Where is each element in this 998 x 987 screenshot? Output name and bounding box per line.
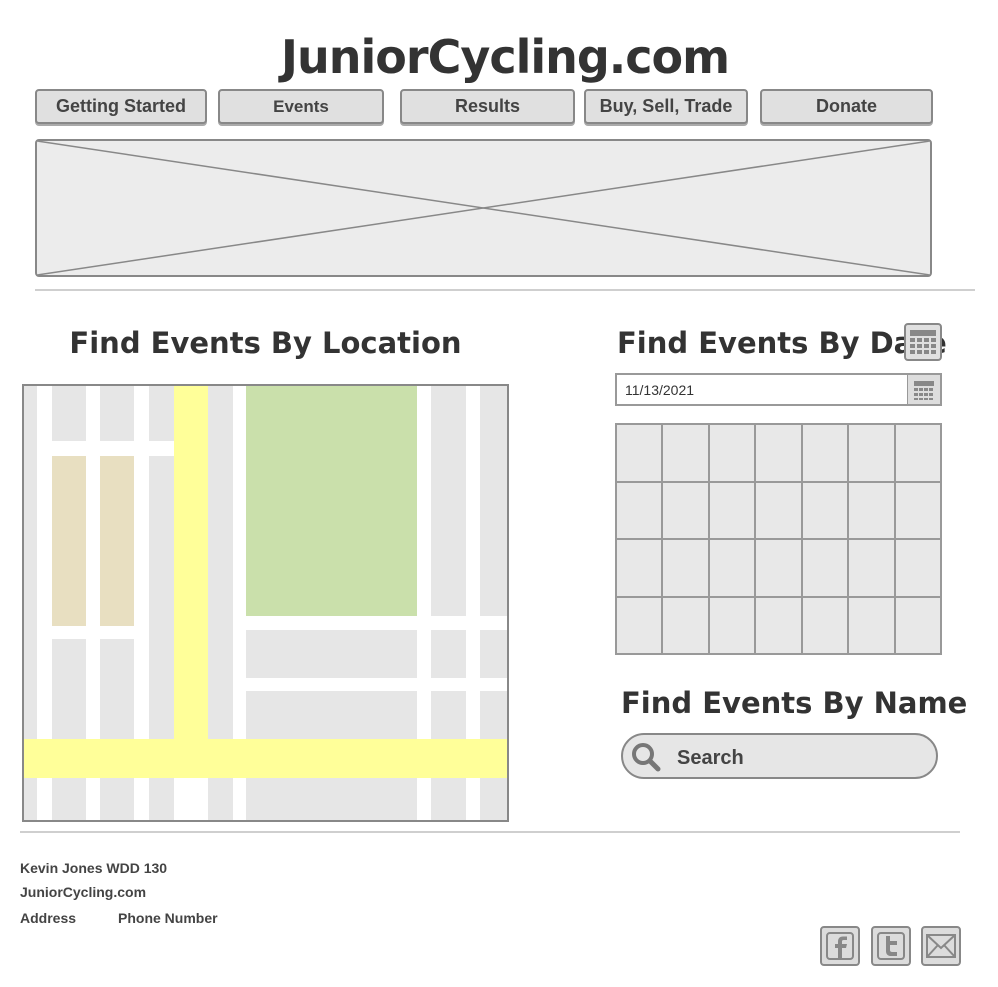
- calendar-day-cell[interactable]: [756, 540, 801, 596]
- email-icon[interactable]: [921, 926, 961, 966]
- search-icon: [632, 743, 661, 772]
- header-divider: [35, 289, 975, 291]
- calendar-day-cell[interactable]: [756, 597, 801, 653]
- calendar-day-cell[interactable]: [663, 597, 708, 653]
- calendar-day-cell[interactable]: [802, 597, 848, 653]
- calendar-day-cell[interactable]: [849, 540, 894, 596]
- calendar-day-cell[interactable]: [756, 482, 801, 538]
- facebook-icon[interactable]: [820, 926, 860, 966]
- calendar-day-cell[interactable]: [709, 540, 755, 596]
- calendar-day-cell[interactable]: [802, 540, 848, 596]
- footer-author: Kevin Jones WDD 130: [20, 860, 168, 876]
- calendar-day-cell[interactable]: [709, 425, 755, 481]
- calendar-day-cell[interactable]: [849, 425, 894, 481]
- calendar-day-cell[interactable]: [849, 597, 894, 653]
- events-map[interactable]: [22, 384, 509, 822]
- calendar-day-cell[interactable]: [895, 482, 940, 538]
- date-section-title: Find Events By Date: [617, 326, 947, 360]
- date-input[interactable]: 11/13/2021: [615, 373, 942, 406]
- calendar-day-cell[interactable]: [617, 597, 662, 653]
- calendar-day-cell[interactable]: [709, 482, 755, 538]
- nav-donate-button[interactable]: Donate: [760, 89, 933, 124]
- calendar-icon[interactable]: [904, 323, 942, 361]
- footer-address: Address: [20, 910, 77, 926]
- site-title: JuniorCycling.com: [280, 30, 730, 84]
- calendar-day-cell[interactable]: [617, 482, 662, 538]
- nav-results-button[interactable]: Results: [400, 89, 575, 124]
- calendar-day-cell[interactable]: [849, 482, 894, 538]
- calendar-grid[interactable]: [615, 423, 942, 655]
- calendar-day-cell[interactable]: [802, 425, 848, 481]
- calendar-day-cell[interactable]: [895, 425, 940, 481]
- calendar-day-cell[interactable]: [895, 540, 940, 596]
- calendar-day-cell[interactable]: [756, 425, 801, 481]
- search-input[interactable]: Search: [621, 733, 938, 779]
- calendar-day-cell[interactable]: [802, 482, 848, 538]
- date-picker-button[interactable]: [907, 375, 940, 404]
- footer-divider: [20, 831, 960, 833]
- hero-image-placeholder: [35, 139, 932, 277]
- nav-getting-started-button[interactable]: Getting Started: [35, 89, 207, 124]
- twitter-icon[interactable]: [871, 926, 911, 966]
- location-section-title: Find Events By Location: [69, 326, 462, 360]
- date-input-value: 11/13/2021: [625, 382, 695, 398]
- calendar-day-cell[interactable]: [663, 425, 708, 481]
- image-placeholder-icon: [37, 141, 930, 275]
- calendar-small-icon: [914, 380, 934, 400]
- calendar-day-cell[interactable]: [617, 425, 662, 481]
- footer-phone: Phone Number: [118, 910, 218, 926]
- nav-buy-sell-trade-button[interactable]: Buy, Sell, Trade: [584, 89, 748, 124]
- nav-events-button[interactable]: Events: [218, 89, 384, 124]
- calendar-day-cell[interactable]: [663, 540, 708, 596]
- name-section-title: Find Events By Name: [621, 686, 968, 720]
- calendar-day-cell[interactable]: [617, 540, 662, 596]
- search-placeholder: Search: [677, 747, 744, 769]
- calendar-day-cell[interactable]: [663, 482, 708, 538]
- calendar-day-cell[interactable]: [709, 597, 755, 653]
- map-graphic: [24, 386, 507, 820]
- calendar-day-cell[interactable]: [895, 597, 940, 653]
- footer-site: JuniorCycling.com: [20, 884, 147, 900]
